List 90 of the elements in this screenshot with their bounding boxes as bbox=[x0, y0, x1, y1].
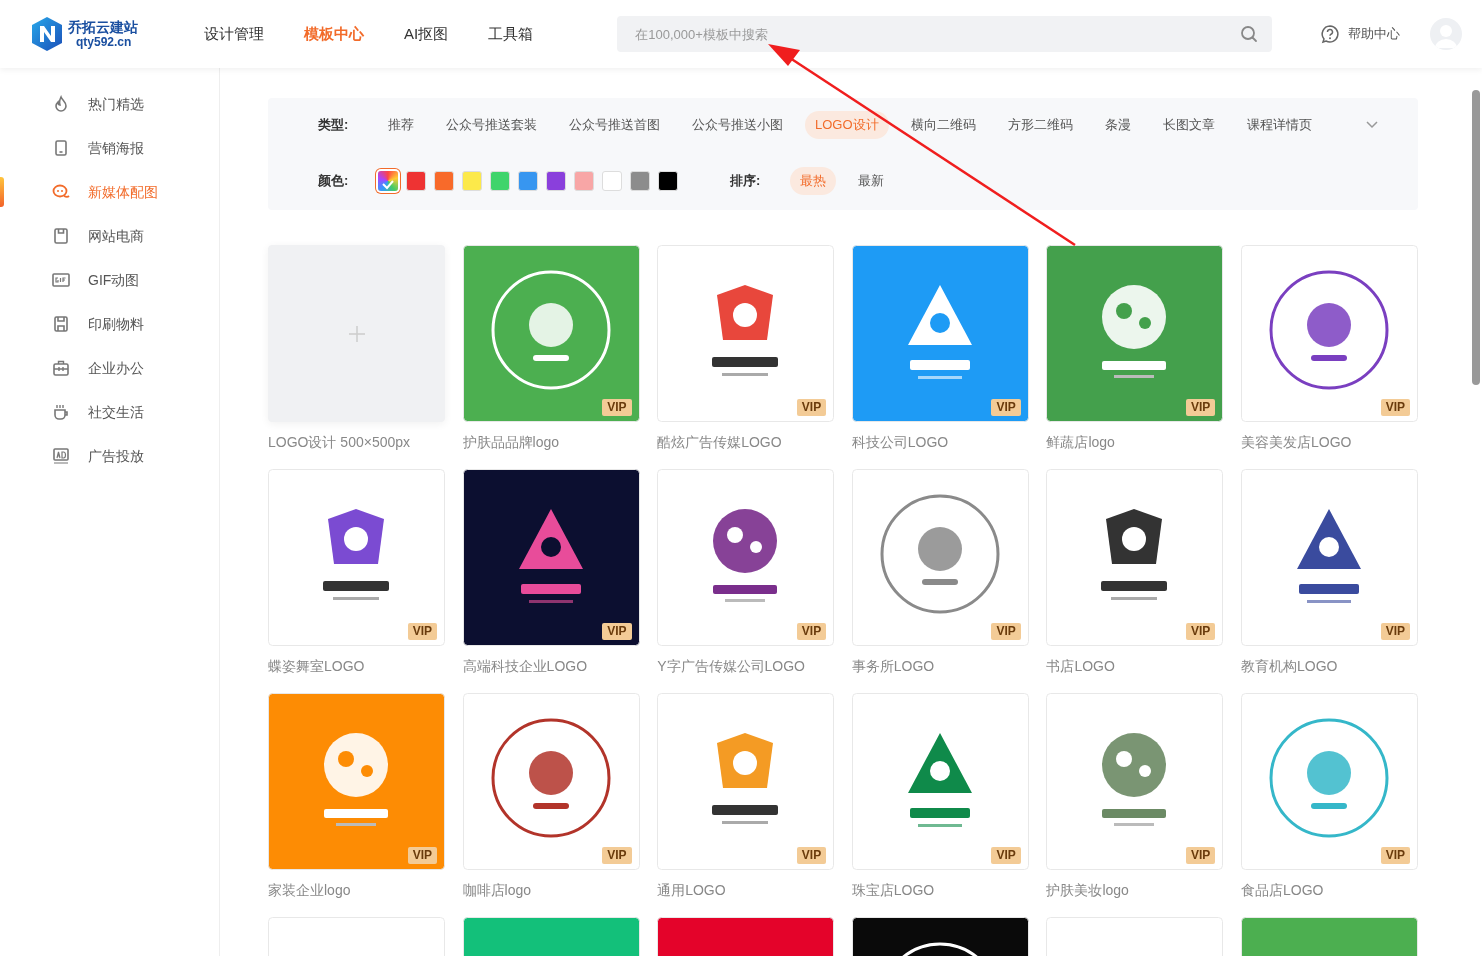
sidebar-item[interactable]: 社交生活 bbox=[0, 390, 219, 434]
template-title[interactable]: 护肤美妆logo bbox=[1046, 870, 1224, 917]
template-title[interactable]: 酷炫广告传媒LOGO bbox=[657, 422, 835, 469]
category-tag[interactable]: 方形二维码 bbox=[997, 111, 1083, 139]
help-icon bbox=[1320, 24, 1341, 44]
color-swatch[interactable] bbox=[602, 171, 622, 191]
vip-badge: VIP bbox=[1380, 399, 1410, 416]
brand-name: 乔拓云建站 bbox=[68, 19, 138, 35]
template-title[interactable]: 咖啡店logo bbox=[462, 870, 640, 917]
active-indicator bbox=[0, 177, 4, 207]
phone-icon bbox=[52, 139, 70, 157]
color-swatch[interactable] bbox=[630, 171, 650, 191]
sidebar-item[interactable]: 广告投放 bbox=[0, 434, 219, 478]
chevron-down-icon[interactable] bbox=[1366, 121, 1378, 129]
filter-label: 颜色: bbox=[318, 172, 350, 191]
sidebar-item[interactable]: 企业办公 bbox=[0, 346, 219, 390]
logo-icon bbox=[30, 16, 64, 52]
filter-label: 排序: bbox=[730, 172, 762, 191]
ad-icon bbox=[52, 447, 70, 465]
color-swatch[interactable] bbox=[658, 171, 678, 191]
category-tag[interactable]: 横向二维码 bbox=[900, 111, 986, 139]
cup-icon bbox=[52, 403, 70, 421]
briefcase-icon bbox=[52, 359, 70, 377]
sidebar-item[interactable]: GIF动图 bbox=[0, 258, 219, 302]
template-title[interactable]: 食品店LOGO bbox=[1240, 870, 1418, 917]
category-tag[interactable]: 推荐 bbox=[378, 111, 424, 139]
color-swatch[interactable] bbox=[574, 171, 594, 191]
gif-icon bbox=[52, 271, 70, 289]
plus-icon bbox=[347, 324, 366, 343]
template-title[interactable]: 鲜蔬店logo bbox=[1046, 422, 1224, 469]
vip-badge: VIP bbox=[796, 847, 827, 864]
template-title[interactable]: LOGO设计 500×500px bbox=[268, 422, 445, 469]
vip-badge: VIP bbox=[796, 623, 827, 640]
vip-badge: VIP bbox=[602, 847, 632, 864]
category-tag[interactable]: 课程详情页 bbox=[1236, 111, 1322, 139]
vip-badge: VIP bbox=[1186, 847, 1216, 864]
color-swatch[interactable] bbox=[434, 171, 454, 191]
chat-icon bbox=[52, 183, 70, 201]
filter-label: 类型: bbox=[318, 116, 350, 135]
vip-badge: VIP bbox=[796, 399, 827, 416]
nav-link[interactable]: AI抠图 bbox=[404, 22, 449, 46]
color-swatch[interactable] bbox=[406, 171, 426, 191]
sidebar-item[interactable]: 热门精选 bbox=[0, 82, 219, 126]
template-title[interactable]: 护肤品品牌logo bbox=[462, 422, 640, 469]
search-icon[interactable] bbox=[1240, 25, 1259, 43]
template-title[interactable]: Y字广告传媒公司LOGO bbox=[657, 646, 835, 693]
vip-badge: VIP bbox=[1186, 623, 1216, 640]
category-tag[interactable]: 公众号推送首图 bbox=[559, 111, 670, 139]
help-button[interactable]: 帮助中心 bbox=[1314, 23, 1407, 45]
vip-badge: VIP bbox=[1186, 399, 1216, 416]
template-title[interactable]: 家装企业logo bbox=[268, 870, 445, 917]
template-title[interactable]: 教育机构LOGO bbox=[1240, 646, 1418, 693]
template-title[interactable]: 事务所LOGO bbox=[851, 646, 1029, 693]
template-title[interactable]: 珠宝店LOGO bbox=[851, 870, 1029, 917]
all-colors-swatch[interactable] bbox=[378, 171, 398, 191]
nav-link[interactable]: 设计管理 bbox=[204, 22, 264, 46]
vip-badge: VIP bbox=[407, 847, 437, 864]
category-tag[interactable]: 公众号推送套装 bbox=[436, 111, 547, 139]
scrollbar[interactable] bbox=[1472, 90, 1480, 385]
bag-icon bbox=[52, 227, 70, 245]
brand-domain: qty592.cn bbox=[75, 35, 133, 49]
sidebar-item[interactable]: 营销海报 bbox=[0, 126, 219, 170]
template-title[interactable]: 蝶姿舞室LOGO bbox=[268, 646, 445, 693]
sidebar-item[interactable]: 印刷物料 bbox=[0, 302, 219, 346]
save-icon bbox=[52, 315, 70, 333]
template-title[interactable]: 高端科技企业LOGO bbox=[462, 646, 640, 693]
category-tag[interactable]: 公众号推送小图 bbox=[682, 111, 793, 139]
color-swatch[interactable] bbox=[546, 171, 566, 191]
sidebar-item[interactable]: 网站电商 bbox=[0, 214, 219, 258]
fire-icon bbox=[52, 95, 70, 113]
template-title[interactable]: 科技公司LOGO bbox=[851, 422, 1029, 469]
vip-badge: VIP bbox=[1380, 623, 1410, 640]
vip-badge: VIP bbox=[602, 399, 632, 416]
template-title[interactable]: 书店LOGO bbox=[1046, 646, 1224, 693]
sort-option[interactable]: 最新 bbox=[848, 167, 894, 195]
category-tag[interactable]: 条漫 bbox=[1094, 111, 1141, 139]
color-swatch[interactable] bbox=[462, 171, 482, 191]
template-title[interactable]: 通用LOGO bbox=[657, 870, 835, 917]
vip-badge: VIP bbox=[991, 847, 1021, 864]
vip-badge: VIP bbox=[991, 399, 1021, 416]
add-template-tile[interactable] bbox=[268, 245, 445, 422]
template-title[interactable]: 美容美发店LOGO bbox=[1240, 422, 1418, 469]
nav-link[interactable]: 工具箱 bbox=[488, 22, 534, 46]
vip-badge: VIP bbox=[1380, 847, 1410, 864]
color-swatch[interactable] bbox=[490, 171, 510, 191]
color-swatch[interactable] bbox=[518, 171, 538, 191]
category-tag[interactable]: 长图文章 bbox=[1152, 111, 1225, 139]
vip-badge: VIP bbox=[407, 623, 437, 640]
vip-badge: VIP bbox=[991, 623, 1021, 640]
vip-badge: VIP bbox=[602, 623, 632, 640]
